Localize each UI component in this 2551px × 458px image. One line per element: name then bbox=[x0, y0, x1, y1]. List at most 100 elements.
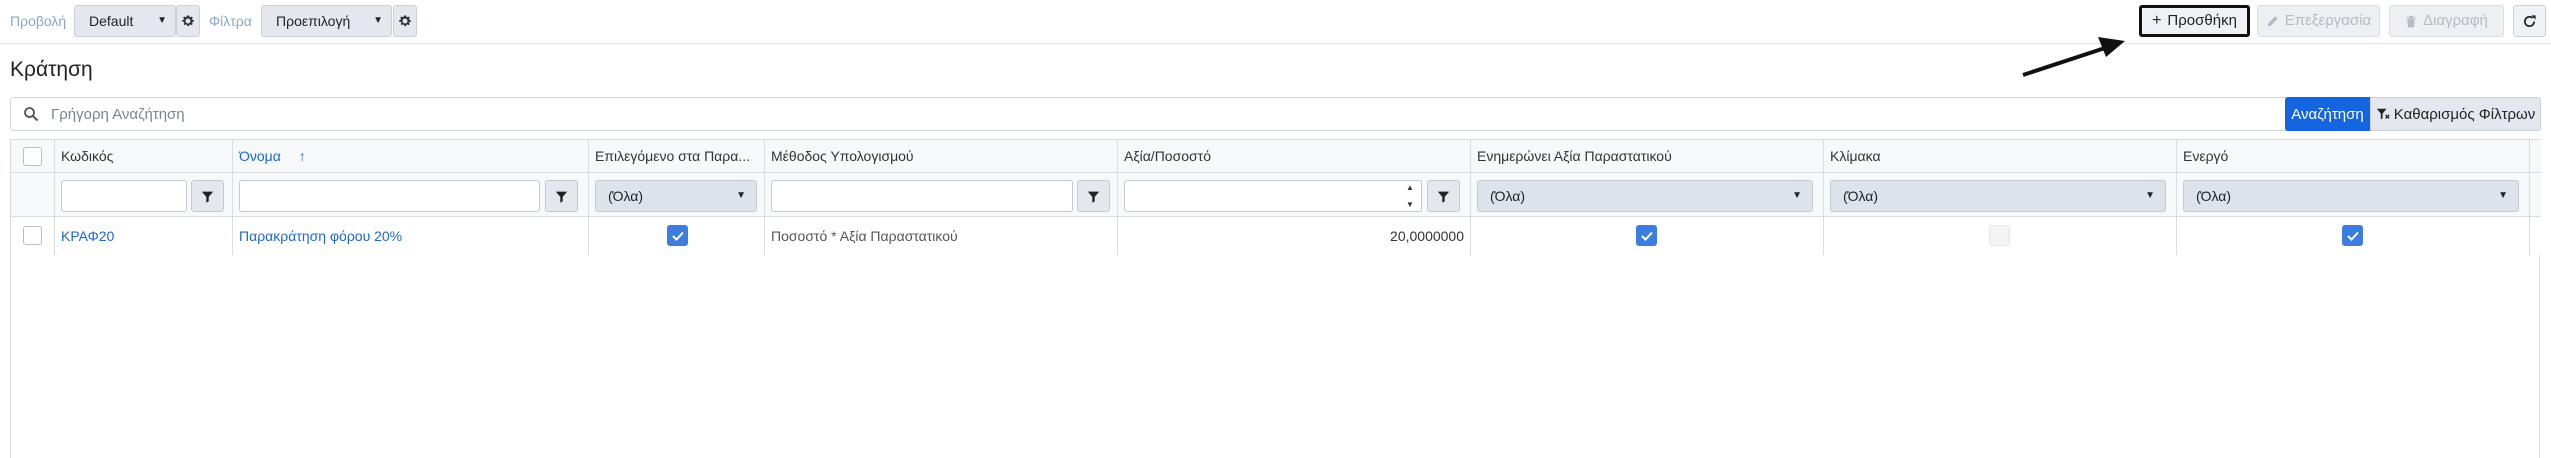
search-button[interactable]: Αναζήτηση bbox=[2285, 97, 2370, 131]
cell-selectable bbox=[589, 217, 765, 255]
chevron-down-icon: ▼ bbox=[2498, 190, 2508, 201]
gear-icon bbox=[182, 15, 194, 27]
filter-icon bbox=[1437, 191, 1450, 203]
filters-dropdown[interactable]: Προεπιλογή ▼ bbox=[261, 5, 392, 37]
filters-settings-button[interactable] bbox=[393, 5, 417, 37]
active-filter-value: (Όλα) bbox=[2196, 188, 2232, 204]
cell-active bbox=[2177, 217, 2530, 255]
clear-filters-label: Καθαρισμός Φίλτρων bbox=[2393, 105, 2536, 123]
code-filter-button[interactable] bbox=[191, 180, 224, 212]
page-title: Κράτηση bbox=[10, 58, 93, 81]
cell-value: 20,0000000 bbox=[1118, 217, 1471, 255]
delete-button[interactable]: Διαγραφή bbox=[2389, 5, 2504, 37]
view-settings-button[interactable] bbox=[176, 5, 200, 37]
active-checkbox bbox=[2342, 225, 2363, 246]
scale-filter-value: (Όλα) bbox=[1843, 188, 1879, 204]
chevron-down-icon[interactable]: ▼ bbox=[1406, 200, 1414, 209]
updates-value-filter-select[interactable]: (Όλα) ▼ bbox=[1477, 180, 1813, 212]
scale-filter-select[interactable]: (Όλα) ▼ bbox=[1830, 180, 2166, 212]
row-select-checkbox[interactable] bbox=[23, 226, 42, 245]
add-button-label: Προσθήκη bbox=[2167, 12, 2237, 29]
chevron-down-icon: ▼ bbox=[2145, 190, 2155, 201]
filter-cell-code bbox=[55, 173, 233, 216]
clear-filters-button[interactable]: Καθαρισμός Φίλτρων bbox=[2370, 97, 2541, 131]
refresh-button[interactable] bbox=[2513, 5, 2546, 37]
method-filter-input[interactable] bbox=[771, 180, 1073, 212]
column-header-code[interactable]: Κωδικός bbox=[55, 140, 233, 172]
name-filter-button[interactable] bbox=[545, 180, 578, 212]
pencil-icon bbox=[2267, 15, 2278, 26]
filter-cell-method bbox=[765, 173, 1118, 216]
chevron-down-icon: ▼ bbox=[1792, 190, 1802, 201]
delete-button-label: Διαγραφή bbox=[2423, 12, 2488, 29]
cell-scale bbox=[1824, 217, 2177, 255]
chevron-down-icon: ▼ bbox=[736, 190, 746, 201]
selectable-checkbox bbox=[667, 225, 688, 246]
gear-icon bbox=[399, 15, 411, 27]
table-row[interactable]: ΚΡΑΦ20 Παρακράτηση φόρου 20% Ποσοστό * Α… bbox=[11, 217, 2541, 255]
value-filter-input[interactable]: ▲ ▼ bbox=[1124, 180, 1422, 212]
column-header-name[interactable]: Όνομα ↑ bbox=[233, 140, 589, 172]
filter-cell-active: (Όλα) ▼ bbox=[2177, 173, 2530, 216]
updates-value-filter-value: (Όλα) bbox=[1490, 188, 1526, 204]
cell-code: ΚΡΑΦ20 bbox=[55, 217, 233, 255]
edit-button[interactable]: Επεξεργασία bbox=[2257, 5, 2380, 37]
filter-clear-icon bbox=[2376, 108, 2390, 120]
active-filter-select[interactable]: (Όλα) ▼ bbox=[2183, 180, 2519, 212]
filter-cell-name bbox=[233, 173, 589, 216]
code-link[interactable]: ΚΡΑΦ20 bbox=[61, 217, 114, 255]
column-header-selectable[interactable]: Επιλεγόμενο στα Παρα... bbox=[589, 140, 765, 172]
cell-updates-value bbox=[1471, 217, 1824, 255]
checkmark-icon bbox=[1640, 231, 1653, 241]
edit-button-label: Επεξεργασία bbox=[2284, 12, 2372, 29]
data-grid: Κωδικός Όνομα ↑ Επιλεγόμενο στα Παρα... … bbox=[10, 139, 2541, 458]
method-filter-button[interactable] bbox=[1077, 180, 1110, 212]
add-button[interactable]: + Προσθήκη bbox=[2139, 5, 2250, 37]
column-header-updates-value[interactable]: Ενημερώνει Αξία Παραστατικού bbox=[1471, 140, 1824, 172]
column-header-value[interactable]: Αξία/Ποσοστό bbox=[1118, 140, 1471, 172]
column-header-name-label: Όνομα bbox=[239, 148, 281, 164]
chevron-down-icon: ▼ bbox=[157, 15, 167, 26]
filters-label: Φίλτρα bbox=[209, 13, 252, 29]
column-header-method[interactable]: Μέθοδος Υπολογισμού bbox=[765, 140, 1118, 172]
selectable-filter-value: (Όλα) bbox=[608, 188, 644, 204]
cell-method: Ποσοστό * Αξία Παραστατικού bbox=[765, 217, 1118, 255]
filter-icon bbox=[555, 191, 568, 203]
header-select-cell bbox=[11, 140, 55, 172]
search-button-label: Αναζήτηση bbox=[2291, 105, 2364, 123]
name-filter-input[interactable] bbox=[239, 180, 540, 212]
grid-filter-row: (Όλα) ▼ ▲ ▼ (Όλα) ▼ (Όλα) ▼ (Όλα) ▼ bbox=[11, 173, 2541, 217]
column-header-scale[interactable]: Κλίμακα bbox=[1824, 140, 2177, 172]
filter-icon bbox=[1087, 191, 1100, 203]
view-label: Προβολή bbox=[10, 13, 67, 29]
view-dropdown[interactable]: Default ▼ bbox=[74, 5, 176, 37]
number-spinner[interactable]: ▲ ▼ bbox=[1403, 183, 1417, 209]
grid-header-row: Κωδικός Όνομα ↑ Επιλεγόμενο στα Παρα... … bbox=[11, 139, 2541, 173]
checkmark-icon bbox=[671, 231, 684, 241]
filter-cell-value: ▲ ▼ bbox=[1118, 173, 1471, 216]
column-header-active[interactable]: Ενεργό bbox=[2177, 140, 2530, 172]
plus-icon: + bbox=[2152, 12, 2162, 29]
code-filter-input[interactable] bbox=[61, 180, 187, 212]
filter-icon bbox=[201, 191, 214, 203]
filter-cell-scale: (Όλα) ▼ bbox=[1824, 173, 2177, 216]
search-icon bbox=[24, 107, 39, 122]
chevron-up-icon[interactable]: ▲ bbox=[1406, 183, 1414, 192]
row-select-cell bbox=[11, 217, 55, 255]
chevron-down-icon: ▼ bbox=[373, 15, 383, 26]
select-all-checkbox[interactable] bbox=[23, 147, 42, 166]
updates-value-checkbox bbox=[1636, 225, 1657, 246]
checkmark-icon bbox=[2346, 231, 2359, 241]
selectable-filter-select[interactable]: (Όλα) ▼ bbox=[595, 180, 757, 212]
refresh-icon bbox=[2524, 14, 2536, 27]
name-link[interactable]: Παρακράτηση φόρου 20% bbox=[239, 217, 402, 255]
search-input[interactable] bbox=[51, 102, 2251, 126]
value-filter-button[interactable] bbox=[1427, 180, 1460, 212]
cell-name: Παρακράτηση φόρου 20% bbox=[233, 217, 589, 255]
trash-icon bbox=[2406, 15, 2416, 27]
toolbar: Προβολή Default ▼ Φίλτρα Προεπιλογή ▼ + … bbox=[0, 0, 2551, 44]
filter-spacer bbox=[11, 173, 55, 216]
quick-search-bar bbox=[10, 97, 2540, 131]
filter-cell-updates-value: (Όλα) ▼ bbox=[1471, 173, 1824, 216]
scale-checkbox bbox=[1989, 225, 2010, 246]
